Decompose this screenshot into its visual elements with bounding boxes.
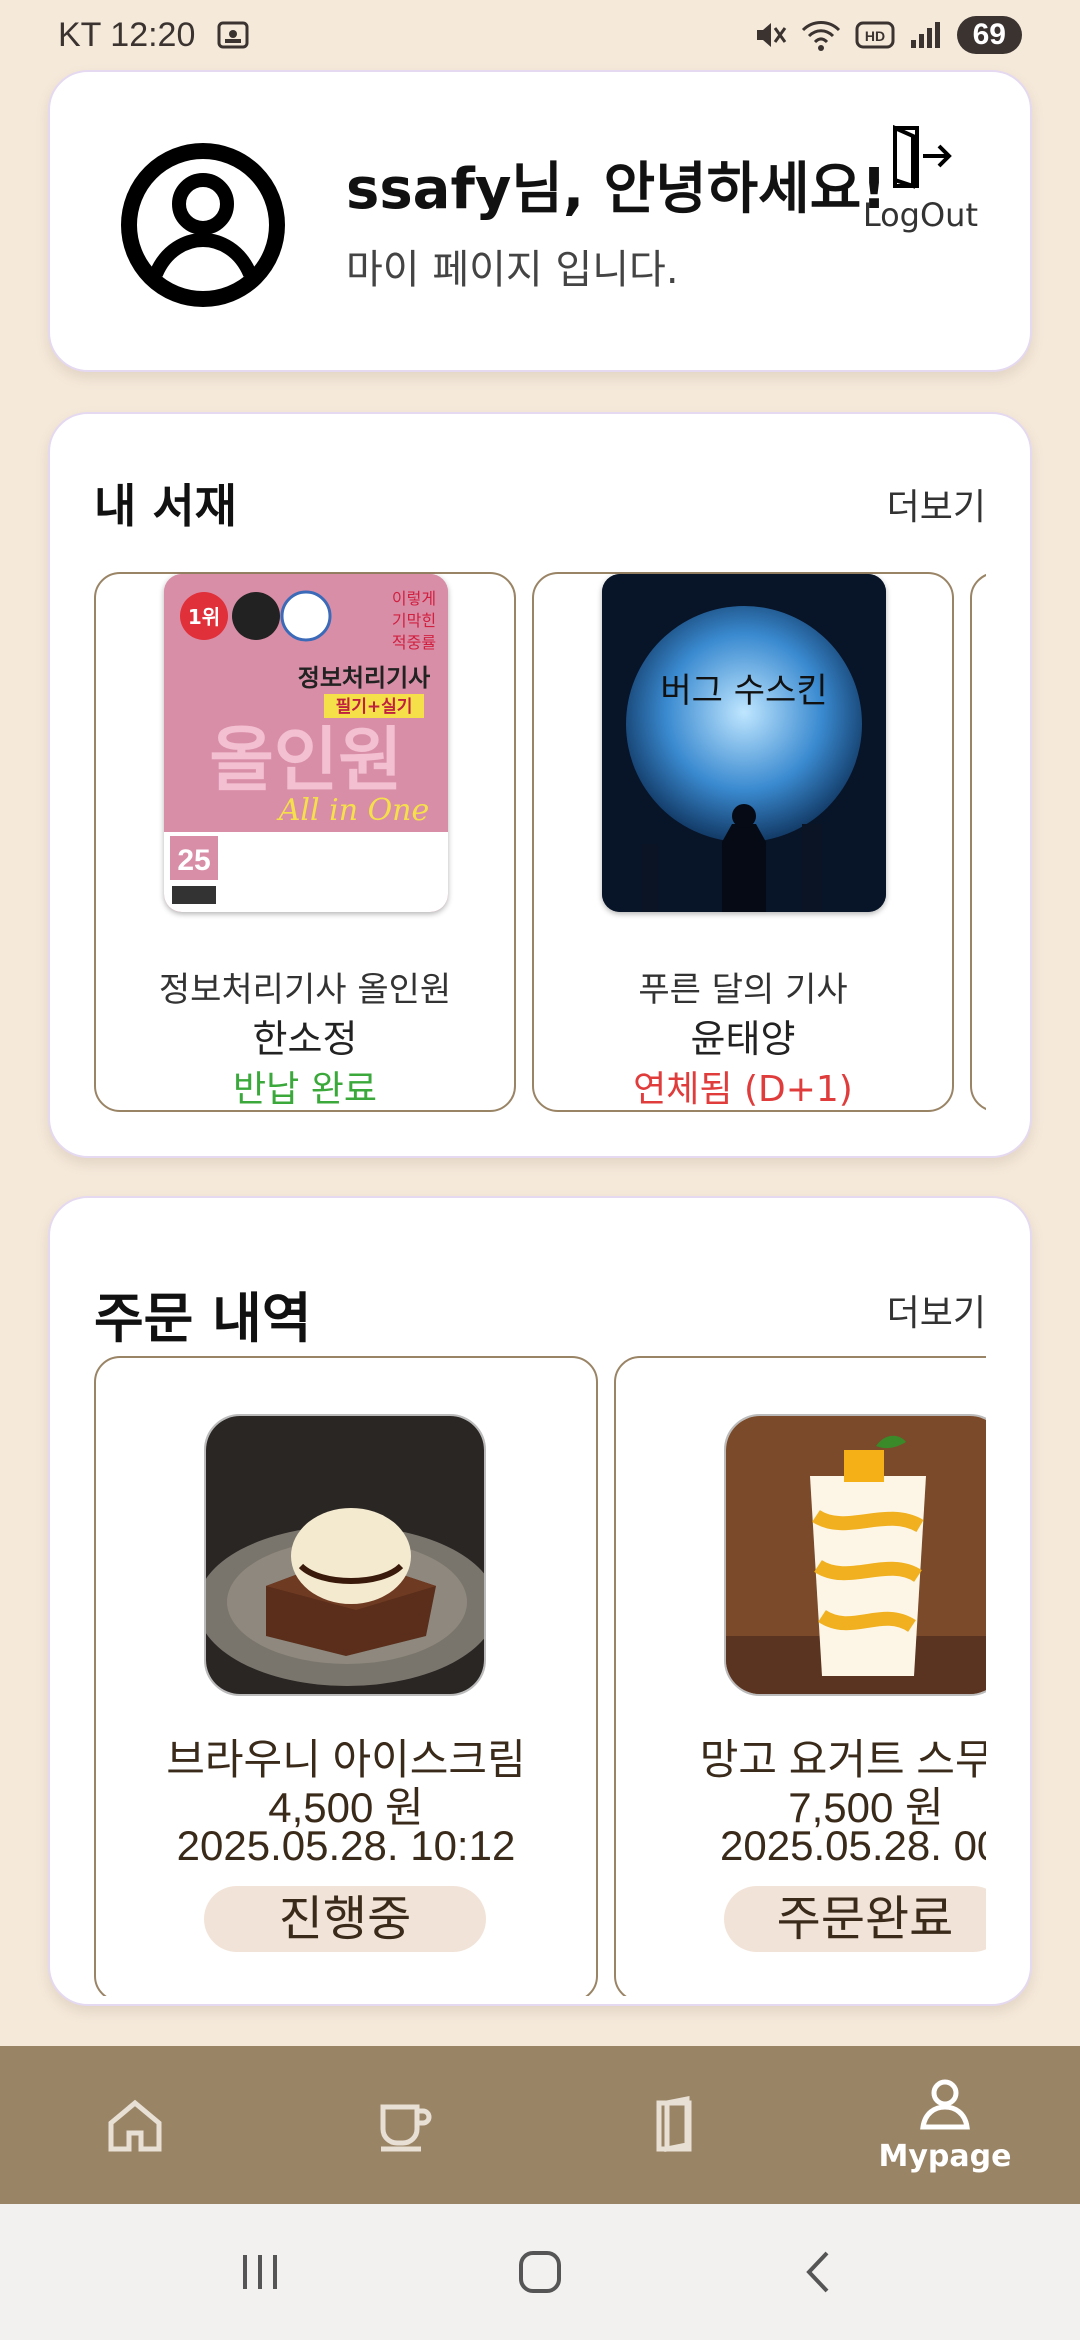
order-item[interactable]: 망고 요거트 스무디 7,500 원 2025.05.28. 00: 주문완료	[614, 1356, 986, 1996]
signal-icon	[910, 22, 940, 48]
cover-big-title: 올인원	[209, 719, 402, 801]
order-date: 2025.05.28. 00:	[720, 1822, 986, 1869]
logout-label: LogOut	[862, 196, 978, 234]
order-image-mango-smoothie	[724, 1414, 986, 1696]
orders-card: 주문 내역 더보기 브라우니 아이스크림 4,500 원 2025.05.28.…	[48, 1196, 1032, 2006]
library-more-link[interactable]: 더보기	[887, 478, 986, 530]
library-card: 내 서재 더보기 1위 이렇게 기막힌 적중률 정보처리기사 필기+실기 올인원…	[48, 412, 1032, 1158]
book-status: 연체됨 (D+1)	[633, 1069, 853, 1110]
book-icon	[656, 2095, 692, 2153]
book-author: 윤태양	[690, 1017, 796, 1061]
nav-mypage[interactable]: Mypage	[810, 2046, 1080, 2204]
order-date: 2025.05.28. 10:12	[176, 1822, 516, 1869]
cover-heading: 버그 수스킨	[660, 671, 827, 711]
nav-mypage-label: Mypage	[878, 2138, 1012, 2174]
page-subtitle: 마이 페이지 입니다.	[346, 247, 679, 293]
wifi-icon	[801, 21, 840, 51]
coffee-cup-icon	[380, 2104, 432, 2152]
status-bar: KT 12:20 HD 69	[0, 0, 1080, 70]
book-cover-art: 1위 이렇게 기막힌 적중률 정보처리기사 필기+실기 올인원 All in O…	[164, 574, 448, 912]
greeting-text: ssafy님, 안녕하세요!	[346, 157, 887, 222]
user-circle-icon	[121, 143, 285, 307]
order-image-brownie	[204, 1414, 486, 1696]
library-title: 내 서재	[94, 479, 237, 533]
cover-number: 25	[177, 844, 210, 877]
book-author: 한소정	[252, 1017, 358, 1061]
screenshot-icon	[217, 21, 249, 49]
order-status-badge: 주문완료	[724, 1886, 986, 1952]
cover-line: 이렇게	[392, 589, 436, 608]
cover-line: 기막힌	[392, 611, 436, 630]
recent-apps-icon	[243, 2255, 277, 2289]
home-button[interactable]	[500, 2232, 580, 2312]
profile-card: ssafy님, 안녕하세요! 마이 페이지 입니다. LogOut	[48, 70, 1032, 372]
order-item[interactable]: 브라우니 아이스크림 4,500 원 2025.05.28. 10:12 진행중	[94, 1356, 598, 1996]
orders-more-link[interactable]: 더보기	[887, 1284, 986, 1336]
bottom-navigation: Mypage	[0, 2046, 1080, 2204]
orders-title: 주문 내역	[94, 1287, 312, 1350]
system-navigation	[0, 2204, 1080, 2340]
book-item-partial[interactable]	[970, 572, 986, 1112]
hd-icon: HD	[855, 21, 895, 49]
cover-badge: 1위	[188, 605, 220, 629]
logout-icon	[893, 124, 953, 189]
back-button[interactable]	[780, 2232, 860, 2312]
logout-button[interactable]: LogOut	[863, 122, 978, 234]
cover-sub: 필기+실기	[336, 697, 413, 717]
book-cover-art: 버그 수스킨	[602, 574, 886, 912]
svg-text:HD: HD	[865, 28, 885, 44]
mute-icon	[756, 23, 786, 47]
home-square-icon	[519, 2251, 561, 2293]
cover-line: 적중률	[392, 633, 436, 652]
battery-indicator: 69	[956, 16, 1022, 54]
book-cover-blue-moon: 버그 수스킨	[602, 574, 886, 912]
back-chevron-icon	[806, 2251, 829, 2293]
nav-cafe[interactable]	[270, 2046, 540, 2204]
nav-home[interactable]	[0, 2046, 270, 2204]
order-status-badge: 진행중	[204, 1886, 486, 1952]
nav-library[interactable]	[540, 2046, 810, 2204]
book-item[interactable]: 버그 수스킨 푸른 달의 기사 윤태양 연체됨 (D+1)	[532, 572, 954, 1112]
home-icon	[108, 2099, 162, 2152]
book-title: 푸른 달의 기사	[638, 970, 848, 1010]
orders-scroller[interactable]: 브라우니 아이스크림 4,500 원 2025.05.28. 10:12 진행중	[94, 1356, 986, 1996]
recent-apps-button[interactable]	[220, 2232, 300, 2312]
book-status: 반납 완료	[233, 1069, 377, 1110]
cover-heading: 정보처리기사	[298, 664, 430, 692]
book-title: 정보처리기사 올인원	[158, 970, 452, 1010]
book-item[interactable]: 1위 이렇게 기막힌 적중률 정보처리기사 필기+실기 올인원 All in O…	[94, 572, 516, 1112]
status-time: KT 12:20	[58, 15, 196, 54]
book-cover-info-processing: 1위 이렇게 기막힌 적중률 정보처리기사 필기+실기 올인원 All in O…	[164, 574, 448, 912]
cover-script: All in One	[276, 793, 430, 828]
person-icon	[920, 2079, 970, 2129]
library-scroller[interactable]: 1위 이렇게 기막힌 적중률 정보처리기사 필기+실기 올인원 All in O…	[94, 572, 986, 1112]
